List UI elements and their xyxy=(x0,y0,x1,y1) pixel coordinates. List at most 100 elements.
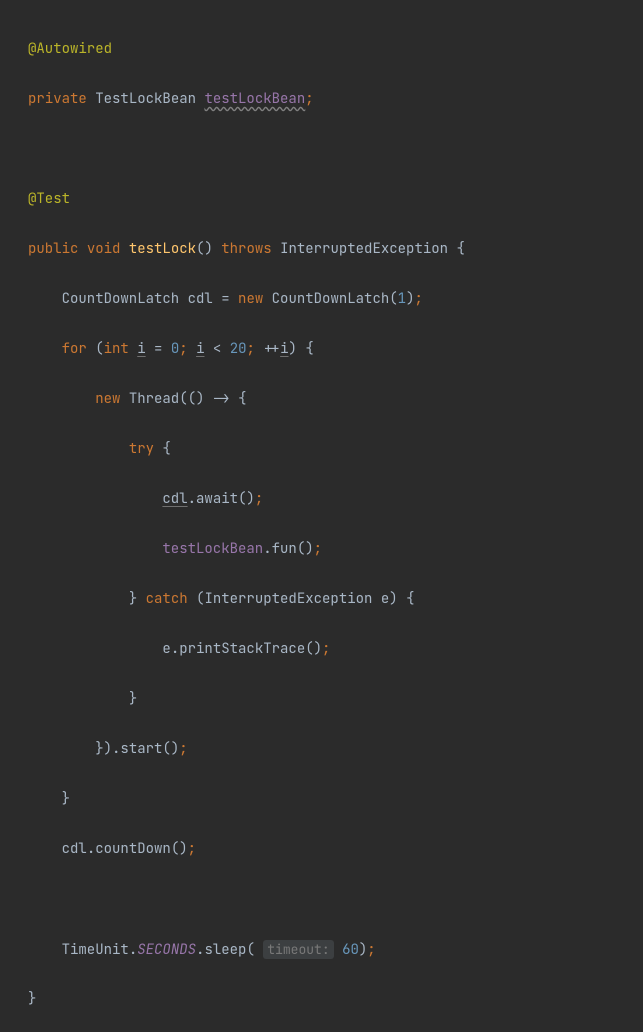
annotation: @Test xyxy=(28,190,70,208)
variable-name: i xyxy=(196,340,204,358)
code-line: private TestLockBean testLockBean; xyxy=(28,87,643,112)
method-call: start xyxy=(120,740,162,758)
enum-constant: SECONDS xyxy=(137,941,196,959)
paren-open: ( xyxy=(196,590,204,608)
paren-close: ) xyxy=(314,640,322,658)
brace-open: { xyxy=(456,240,464,258)
parameter-name: e xyxy=(381,590,389,608)
arrow: -> xyxy=(213,390,230,408)
brace-close: } xyxy=(95,740,103,758)
dot: . xyxy=(87,840,95,858)
type-name: TimeUnit xyxy=(62,941,129,959)
code-line: cdl.await(); xyxy=(28,487,643,512)
method-name: testLock xyxy=(129,240,196,258)
paren-close: ) xyxy=(171,740,179,758)
keyword-try: try xyxy=(129,440,154,458)
variable-name: i xyxy=(280,340,288,358)
code-line: testLockBean.fun(); xyxy=(28,537,643,562)
keyword-void: void xyxy=(87,240,121,258)
dot: . xyxy=(112,740,120,758)
constructor-name: CountDownLatch xyxy=(272,290,390,308)
variable-name: cdl xyxy=(162,490,187,508)
dot: . xyxy=(171,640,179,658)
method-call: printStackTrace xyxy=(179,640,305,658)
op-lt: < xyxy=(213,340,221,358)
semicolon: ; xyxy=(255,490,263,508)
code-editor[interactable]: @Autowired private TestLockBean testLock… xyxy=(0,0,643,1032)
keyword-private: private xyxy=(28,90,87,108)
code-line-blank xyxy=(28,137,643,162)
variable-name: cdl xyxy=(188,290,213,308)
brace-open: { xyxy=(406,590,414,608)
field-ref: testLockBean xyxy=(162,540,263,558)
paren-close: ) xyxy=(359,941,367,959)
code-line: }).start(); xyxy=(28,737,643,762)
paren-open: ( xyxy=(389,290,397,308)
annotation: @Autowired xyxy=(28,40,112,58)
semicolon: ; xyxy=(367,941,375,959)
code-line: } xyxy=(28,987,643,1012)
paren-close: ) xyxy=(305,540,313,558)
semicolon: ; xyxy=(179,740,187,758)
keyword-catch: catch xyxy=(146,590,188,608)
code-line: try { xyxy=(28,437,643,462)
paren-close: ) xyxy=(389,590,397,608)
semicolon: ; xyxy=(414,290,422,308)
brace-close: } xyxy=(129,590,137,608)
paren-open: ( xyxy=(305,640,313,658)
variable-name: i xyxy=(137,340,145,358)
code-line: } xyxy=(28,787,643,812)
paren-open: ( xyxy=(297,540,305,558)
op-equals: = xyxy=(154,340,162,358)
paren-open: ( xyxy=(171,840,179,858)
brace-close: } xyxy=(129,690,137,708)
semicolon: ; xyxy=(305,90,313,108)
number-literal: 0 xyxy=(171,340,179,358)
paren-open: ( xyxy=(188,390,196,408)
paren-open: ( xyxy=(246,941,254,959)
code-line: new Thread(() -> { xyxy=(28,387,643,412)
paren-close: ) xyxy=(196,390,204,408)
brace-open: { xyxy=(162,440,170,458)
constructor-name: Thread xyxy=(129,390,179,408)
number-literal: 60 xyxy=(342,941,359,959)
code-line: TimeUnit.SECONDS.sleep( timeout: 60); xyxy=(28,937,643,962)
semicolon: ; xyxy=(188,840,196,858)
brace-open: { xyxy=(238,390,246,408)
paren-open: ( xyxy=(95,340,103,358)
code-line: CountDownLatch cdl = new CountDownLatch(… xyxy=(28,287,643,312)
field-name: testLockBean xyxy=(204,90,305,108)
paren-close: ) xyxy=(246,490,254,508)
number-literal: 1 xyxy=(398,290,406,308)
paren-open: ( xyxy=(162,740,170,758)
semicolon: ; xyxy=(247,340,255,358)
code-line: } catch (InterruptedException e) { xyxy=(28,587,643,612)
brace-close: } xyxy=(28,990,36,1008)
semicolon: ; xyxy=(314,540,322,558)
type-name: CountDownLatch xyxy=(62,290,180,308)
keyword-new: new xyxy=(238,290,263,308)
brace-open: { xyxy=(305,340,313,358)
code-line: e.printStackTrace(); xyxy=(28,637,643,662)
dot: . xyxy=(129,941,137,959)
method-call: fun xyxy=(272,540,297,558)
type-name: InterruptedException xyxy=(280,240,448,258)
code-line: @Autowired xyxy=(28,37,643,62)
code-line: @Test xyxy=(28,187,643,212)
code-line: public void testLock() throws Interrupte… xyxy=(28,237,643,262)
keyword-for: for xyxy=(62,340,87,358)
paren-close: ) xyxy=(104,740,112,758)
keyword-public: public xyxy=(28,240,78,258)
paren-close: ) xyxy=(179,840,187,858)
code-line-blank xyxy=(28,887,643,912)
semicolon: ; xyxy=(322,640,330,658)
method-call: countDown xyxy=(95,840,171,858)
paren-close: ) xyxy=(289,340,297,358)
type-name: InterruptedException xyxy=(204,590,372,608)
semicolon: ; xyxy=(179,340,187,358)
op-increment: ++ xyxy=(263,340,280,358)
paren-close: ) xyxy=(204,240,212,258)
number-literal: 20 xyxy=(230,340,247,358)
method-call: sleep xyxy=(204,941,246,959)
op-equals: = xyxy=(221,290,229,308)
